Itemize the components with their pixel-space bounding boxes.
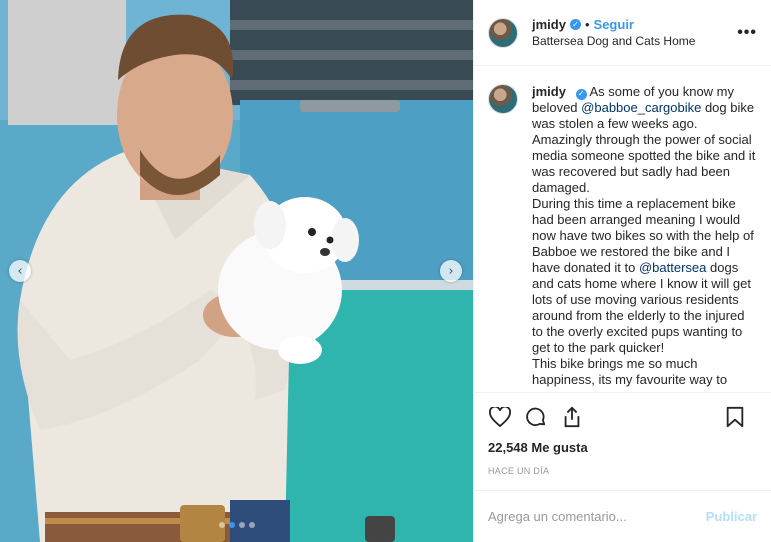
carousel-dot (218, 522, 225, 528)
post-header: jmidy ✓ • Seguir Battersea Dog and Cats … (474, 0, 771, 66)
avatar[interactable] (488, 17, 518, 48)
save-button[interactable] (723, 405, 747, 429)
post-modal: ‹ › jmidy ✓ • Seguir Battersea Dog and C… (0, 0, 771, 542)
carousel-dot (228, 522, 235, 528)
comment-button[interactable] (524, 405, 548, 429)
post-caption: jmidy ✓ As some of you know my beloved @… (532, 84, 757, 392)
add-comment-form: Publicar (474, 490, 771, 542)
photo-illustration (0, 0, 473, 542)
location-link[interactable]: Battersea Dog and Cats Home (532, 33, 695, 49)
username-link[interactable]: jmidy (532, 17, 566, 33)
caption-username[interactable]: jmidy (532, 84, 566, 99)
likes-count[interactable]: 22,548 Me gusta (474, 440, 771, 460)
carousel-next-button[interactable]: › (440, 260, 462, 282)
bookmark-icon (726, 406, 744, 428)
header-info: jmidy ✓ • Seguir Battersea Dog and Cats … (532, 17, 695, 49)
caption-text: This bike brings me so much happiness, i… (532, 356, 728, 387)
header-row: jmidy ✓ • Seguir (532, 17, 695, 33)
publish-button[interactable]: Publicar (706, 509, 757, 524)
follow-button[interactable]: Seguir (594, 17, 634, 33)
comments-area: jmidy ✓ As some of you know my beloved @… (474, 66, 771, 392)
carousel-prev-button[interactable]: ‹ (9, 260, 31, 282)
comment-bubble-icon (526, 407, 546, 426)
post-photo[interactable]: ‹ › (0, 0, 473, 542)
separator-dot: • (584, 16, 590, 32)
comment-input[interactable] (488, 509, 706, 524)
chevron-left-icon: ‹ (17, 263, 23, 279)
share-icon (564, 406, 580, 427)
heart-icon (489, 406, 511, 427)
mention-link[interactable]: @babboe_cargobike (581, 100, 701, 115)
action-bar (474, 392, 771, 440)
carousel-dot (238, 522, 245, 528)
chevron-right-icon: › (448, 263, 454, 279)
post-details-panel: jmidy ✓ • Seguir Battersea Dog and Cats … (473, 0, 771, 542)
carousel-dot (248, 522, 255, 528)
like-button[interactable] (488, 405, 512, 429)
verified-badge-icon: ✓ (575, 88, 587, 100)
share-button[interactable] (560, 405, 584, 429)
more-options-icon[interactable]: ••• (737, 24, 757, 42)
avatar[interactable] (488, 84, 518, 114)
mention-link[interactable]: @battersea (639, 260, 706, 275)
verified-badge-icon: ✓ (569, 19, 581, 30)
carousel-indicator (0, 522, 473, 528)
post-timestamp: HACE UN DÍA (488, 466, 550, 476)
